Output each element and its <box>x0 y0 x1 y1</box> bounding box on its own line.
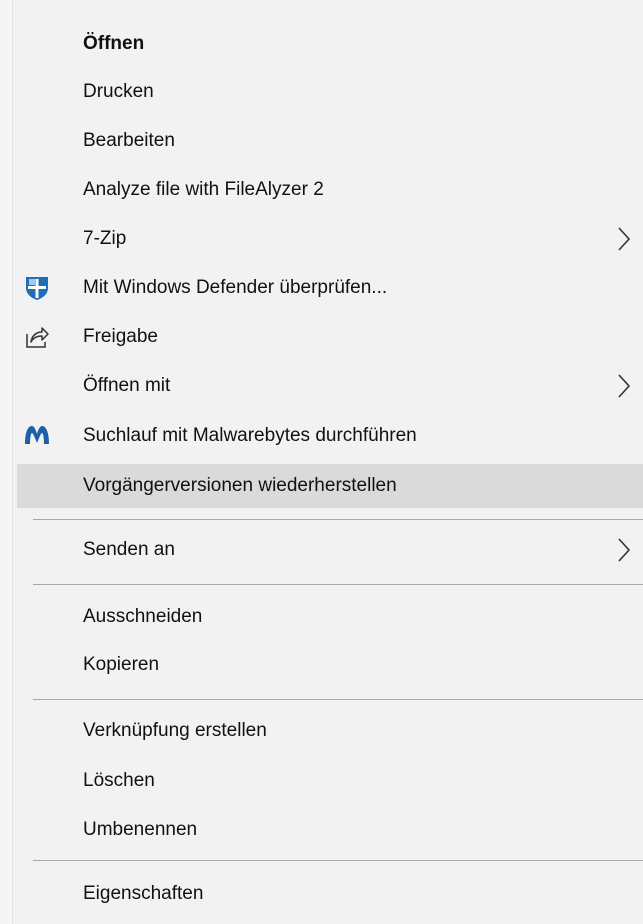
menu-item-label: Bearbeiten <box>83 130 175 151</box>
menu-item-cut[interactable]: Ausschneiden <box>17 595 643 639</box>
menu-item-label: Verknüpfung erstellen <box>83 720 267 741</box>
menu-item-label: Drucken <box>83 81 154 102</box>
windows-defender-shield-icon <box>26 277 48 300</box>
menu-item-label: Freigabe <box>83 326 158 347</box>
menu-item-label: Eigenschaften <box>83 883 204 904</box>
menu-item-label: Umbenennen <box>83 819 198 840</box>
chevron-right-icon <box>618 538 631 562</box>
menu-item-label: Analyze file with FileAlyzer 2 <box>83 179 324 200</box>
menu-separator <box>33 519 643 520</box>
menu-item-open-with[interactable]: Öffnen mit <box>17 364 643 408</box>
chevron-right-icon <box>618 374 631 398</box>
malwarebytes-logo-icon <box>25 426 49 444</box>
menu-item-restore-versions[interactable]: Vorgängerversionen wiederherstellen <box>17 464 643 508</box>
menu-item-edit[interactable]: Bearbeiten <box>17 119 643 163</box>
menu-item-7zip[interactable]: 7-Zip <box>17 217 643 261</box>
menu-item-send-to[interactable]: Senden an <box>17 528 643 572</box>
menu-item-properties[interactable]: Eigenschaften <box>17 872 643 916</box>
menu-item-label: Löschen <box>83 770 155 791</box>
menu-item-label: Suchlauf mit Malwarebytes durchführen <box>83 425 417 446</box>
menu-item-label: Öffnen mit <box>83 375 171 396</box>
menu-item-label: Kopieren <box>83 654 160 675</box>
menu-item-label: Senden an <box>83 539 175 560</box>
menu-item-open[interactable]: Öffnen <box>17 22 643 66</box>
context-menu: Öffnen Drucken Bearbeiten Analyze file w… <box>13 0 643 924</box>
menu-item-rename[interactable]: Umbenennen <box>17 808 643 852</box>
menu-item-label: Mit Windows Defender überprüfen... <box>83 277 388 298</box>
menu-separator <box>33 860 643 861</box>
menu-item-share[interactable]: Freigabe <box>17 315 643 359</box>
menu-separator <box>33 699 643 700</box>
menu-item-malwarebytes[interactable]: Suchlauf mit Malwarebytes durchführen <box>17 414 643 458</box>
menu-item-defender[interactable]: Mit Windows Defender überprüfen... <box>17 266 643 310</box>
menu-item-label: Öffnen <box>83 33 145 54</box>
menu-separator <box>33 584 643 585</box>
menu-item-filealyzer[interactable]: Analyze file with FileAlyzer 2 <box>17 168 643 212</box>
menu-item-print[interactable]: Drucken <box>17 70 643 114</box>
menu-item-label: 7-Zip <box>83 228 127 249</box>
menu-item-label: Vorgängerversionen wiederherstellen <box>83 475 397 496</box>
menu-item-delete[interactable]: Löschen <box>17 759 643 803</box>
share-icon <box>26 327 49 348</box>
menu-item-create-shortcut[interactable]: Verknüpfung erstellen <box>17 709 643 753</box>
menu-item-copy[interactable]: Kopieren <box>17 643 643 687</box>
chevron-right-icon <box>618 227 631 251</box>
menu-item-label: Ausschneiden <box>83 606 203 627</box>
window-edge <box>0 0 13 924</box>
